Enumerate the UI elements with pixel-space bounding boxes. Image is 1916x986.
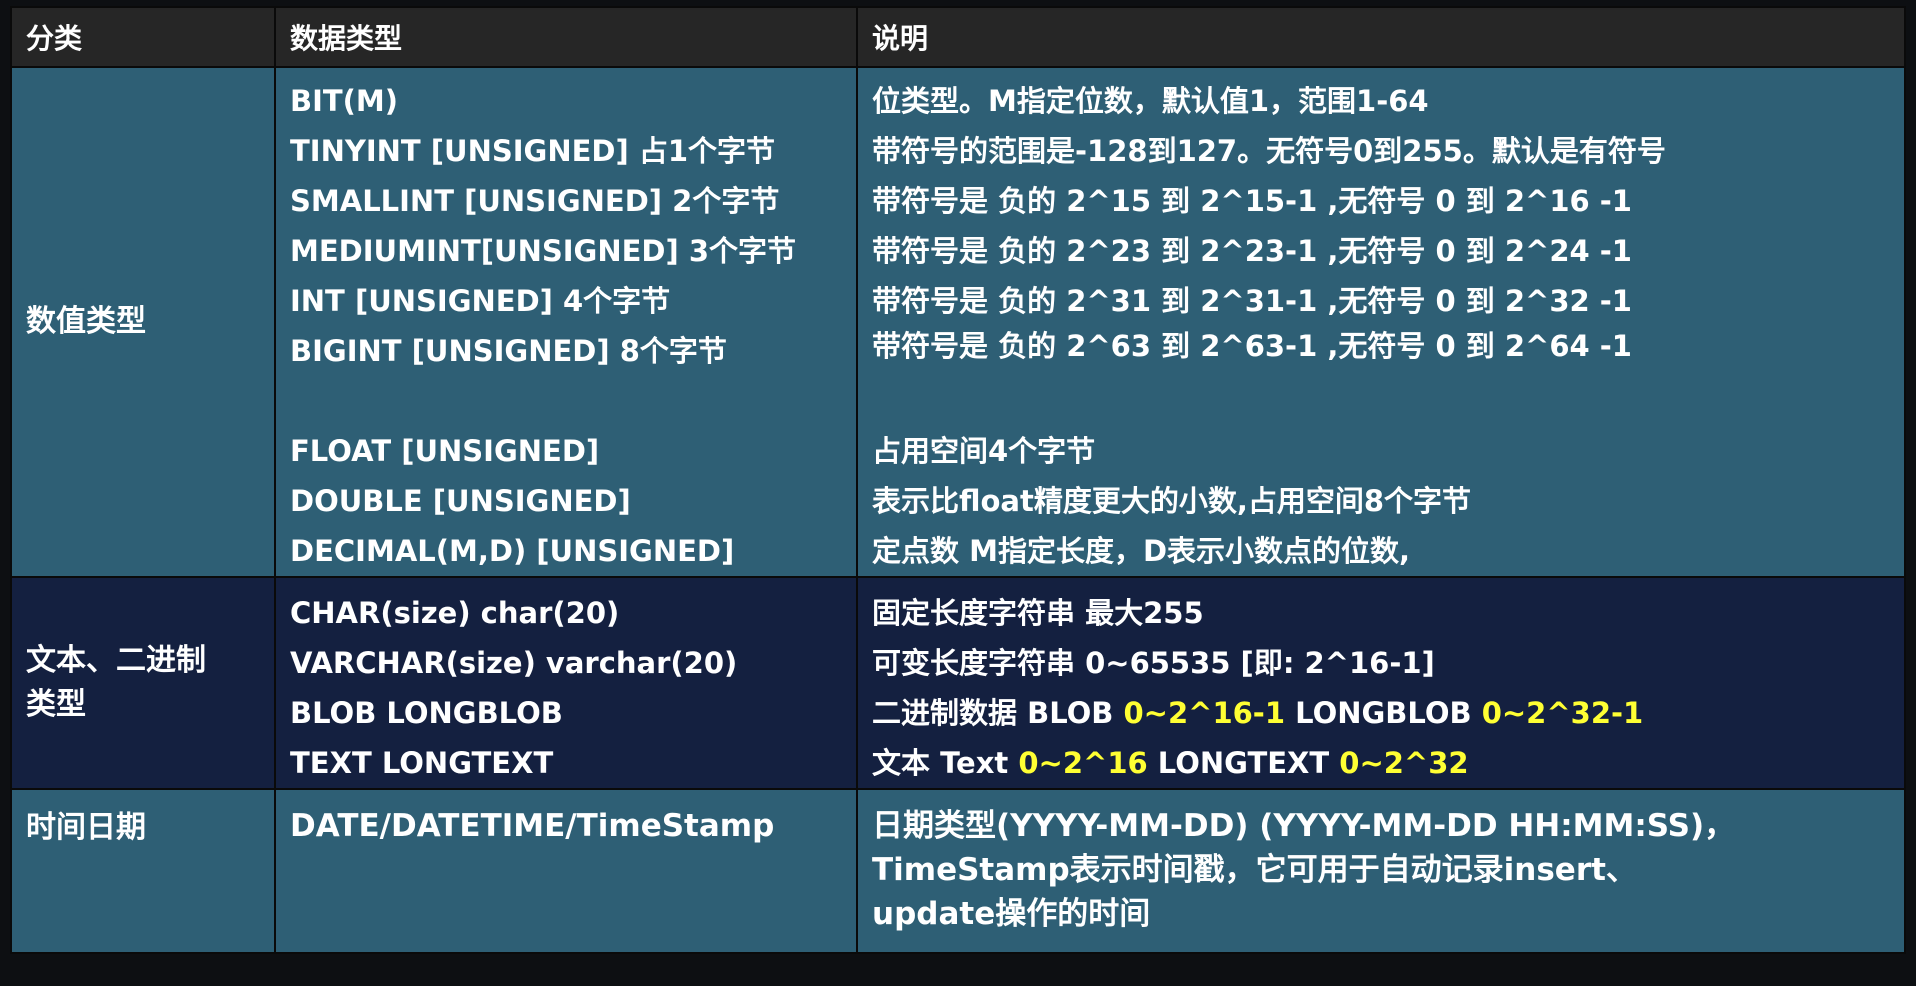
- numeric-row: 数值类型 BIT(M) TINYINT [UNSIGNED] 占1个字节 SMA…: [10, 66, 1906, 578]
- datetime-desc-0: 日期类型(YYYY-MM-DD) (YYYY-MM-DD HH:MM:SS)，: [872, 808, 1736, 844]
- datetime-category: 时间日期: [10, 788, 276, 954]
- datetime-type-cell: DATE/DATETIME/TimeStamp: [274, 788, 858, 954]
- text-desc-2-a: 二进制数据 BLOB: [872, 696, 1124, 730]
- numeric-type-5: BIGINT [UNSIGNED] 8个字节: [290, 334, 727, 368]
- numeric-desc-2: 带符号是 负的 2^15 到 2^15-1 ,无符号 0 到 2^16 -1: [872, 184, 1632, 218]
- text-binary-row: 文本、二进制 类型 CHAR(size) char(20) VARCHAR(si…: [10, 576, 1906, 790]
- header-data-type: 数据类型: [274, 6, 858, 68]
- text-desc-3-a: 文本 Text: [872, 746, 1019, 780]
- numeric-desc-3: 带符号是 负的 2^23 到 2^23-1 ,无符号 0 到 2^24 -1: [872, 234, 1632, 268]
- numeric-types-cell: BIT(M) TINYINT [UNSIGNED] 占1个字节 SMALLINT…: [274, 66, 858, 578]
- text-type-1: VARCHAR(size) varchar(20): [290, 646, 738, 680]
- text-desc-3-c: LONGTEXT: [1147, 746, 1340, 780]
- numeric-category: 数值类型: [10, 66, 276, 578]
- text-desc-3-longtext-range: 0~2^32: [1339, 746, 1469, 780]
- numeric-desc-7: 占用空间4个字节: [872, 434, 1096, 468]
- numeric-desc-4: 带符号是 负的 2^31 到 2^31-1 ,无符号 0 到 2^32 -1: [872, 284, 1632, 318]
- header-description: 说明: [856, 6, 1906, 68]
- numeric-type-2: SMALLINT [UNSIGNED] 2个字节: [290, 184, 780, 218]
- numeric-desc-1: 带符号的范围是-128到127。无符号0到255。默认是有符号: [872, 134, 1666, 168]
- text-type-3: TEXT LONGTEXT: [290, 746, 554, 780]
- text-desc-1: 可变长度字符串 0~65535 [即: 2^16-1]: [872, 646, 1435, 680]
- numeric-type-1: TINYINT [UNSIGNED] 占1个字节: [290, 134, 776, 168]
- numeric-desc-9: 定点数 M指定长度，D表示小数点的位数,: [872, 534, 1411, 568]
- datetime-row: 时间日期 DATE/DATETIME/TimeStamp 日期类型(YYYY-M…: [10, 788, 1906, 954]
- datetime-desc-cell: 日期类型(YYYY-MM-DD) (YYYY-MM-DD HH:MM:SS)， …: [856, 788, 1906, 954]
- datetime-type: DATE/DATETIME/TimeStamp: [290, 808, 775, 844]
- text-type-0: CHAR(size) char(20): [290, 596, 620, 630]
- text-desc-2-c: LONGBLOB: [1285, 696, 1482, 730]
- numeric-descs-cell: 位类型。M指定位数，默认值1，范围1-64 带符号的范围是-128到127。无符…: [856, 66, 1906, 578]
- numeric-desc-5: 带符号是 负的 2^63 到 2^63-1 ,无符号 0 到 2^64 -1: [872, 329, 1632, 363]
- text-desc-0: 固定长度字符串 最大255: [872, 596, 1204, 630]
- numeric-type-3: MEDIUMINT[UNSIGNED] 3个字节: [290, 234, 797, 268]
- numeric-desc-0: 位类型。M指定位数，默认值1，范围1-64: [872, 84, 1429, 118]
- text-type-2: BLOB LONGBLOB: [290, 696, 563, 730]
- numeric-desc-spacer: [858, 366, 1904, 426]
- mysql-data-types-table: 分类 数据类型 说明 数值类型 BIT(M) TINYINT [UNSIGNED…: [10, 6, 1906, 954]
- numeric-type-4: INT [UNSIGNED] 4个字节: [290, 284, 671, 318]
- text-desc-2-longblob-range: 0~2^32-1: [1481, 696, 1644, 730]
- numeric-type-spacer: [276, 376, 856, 426]
- datetime-desc-1: TimeStamp表示时间戳，它可用于自动记录insert、: [872, 852, 1637, 888]
- text-desc-3: 文本 Text 0~2^16 LONGTEXT 0~2^32: [858, 738, 1904, 788]
- datetime-desc-2: update操作的时间: [872, 896, 1151, 932]
- slide: 分类 数据类型 说明 数值类型 BIT(M) TINYINT [UNSIGNED…: [0, 0, 1916, 986]
- text-types-cell: CHAR(size) char(20) VARCHAR(size) varcha…: [274, 576, 858, 790]
- numeric-type-7: FLOAT [UNSIGNED]: [290, 434, 600, 468]
- numeric-type-0: BIT(M): [290, 84, 399, 118]
- text-category-line1: 文本、二进制: [26, 643, 206, 678]
- header-row: 分类 数据类型 说明: [10, 6, 1906, 68]
- text-category-line2: 类型: [26, 687, 86, 722]
- numeric-type-9: DECIMAL(M,D) [UNSIGNED]: [290, 534, 735, 568]
- numeric-desc-8: 表示比float精度更大的小数,占用空间8个字节: [872, 484, 1472, 518]
- text-desc-2-blob-range: 0~2^16-1: [1123, 696, 1286, 730]
- header-category: 分类: [10, 6, 276, 68]
- text-desc-2: 二进制数据 BLOB 0~2^16-1 LONGBLOB 0~2^32-1: [858, 688, 1904, 738]
- numeric-type-8: DOUBLE [UNSIGNED]: [290, 484, 631, 518]
- text-binary-category: 文本、二进制 类型: [10, 576, 276, 790]
- text-desc-3-text-range: 0~2^16: [1018, 746, 1148, 780]
- text-descs-cell: 固定长度字符串 最大255 可变长度字符串 0~65535 [即: 2^16-1…: [856, 576, 1906, 790]
